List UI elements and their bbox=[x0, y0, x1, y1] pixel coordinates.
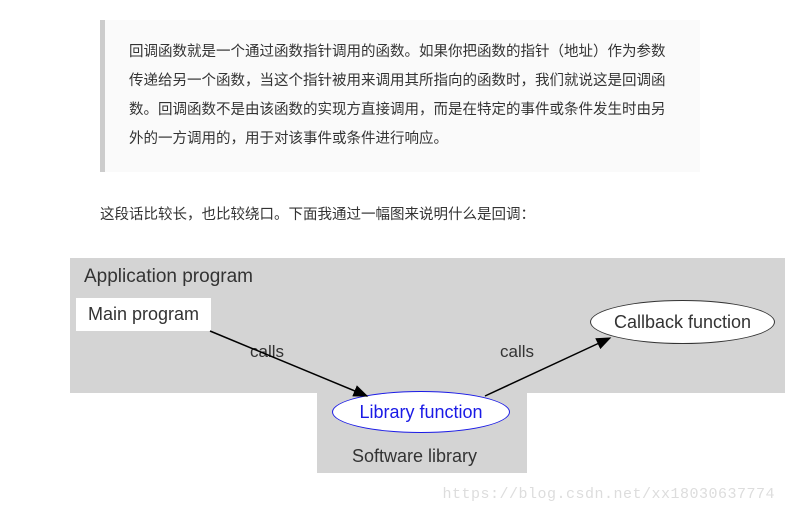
software-library-box: Library function Software library bbox=[317, 383, 527, 473]
callback-function-oval: Callback function bbox=[590, 300, 775, 344]
content-wrapper: 回调函数就是一个通过函数指针调用的函数。如果你把函数的指针（地址）作为参数传递给… bbox=[0, 0, 795, 393]
calls-label-right: calls bbox=[500, 342, 534, 362]
calls-label-left: calls bbox=[250, 342, 284, 362]
quote-text: 回调函数就是一个通过函数指针调用的函数。如果你把函数的指针（地址）作为参数传递给… bbox=[129, 38, 676, 154]
main-program-box: Main program bbox=[76, 298, 211, 331]
quote-block: 回调函数就是一个通过函数指针调用的函数。如果你把函数的指针（地址）作为参数传递给… bbox=[100, 20, 700, 172]
software-library-label: Software library bbox=[352, 446, 477, 467]
library-function-oval: Library function bbox=[332, 391, 510, 433]
application-program-box: Application program Main program Callbac… bbox=[70, 258, 785, 393]
application-program-label: Application program bbox=[70, 258, 785, 288]
callback-diagram: Application program Main program Callbac… bbox=[70, 258, 785, 393]
watermark-text: https://blog.csdn.net/xx18030637774 bbox=[442, 486, 775, 503]
description-text: 这段话比较长，也比较绕口。下面我通过一幅图来说明什么是回调： bbox=[100, 202, 795, 228]
